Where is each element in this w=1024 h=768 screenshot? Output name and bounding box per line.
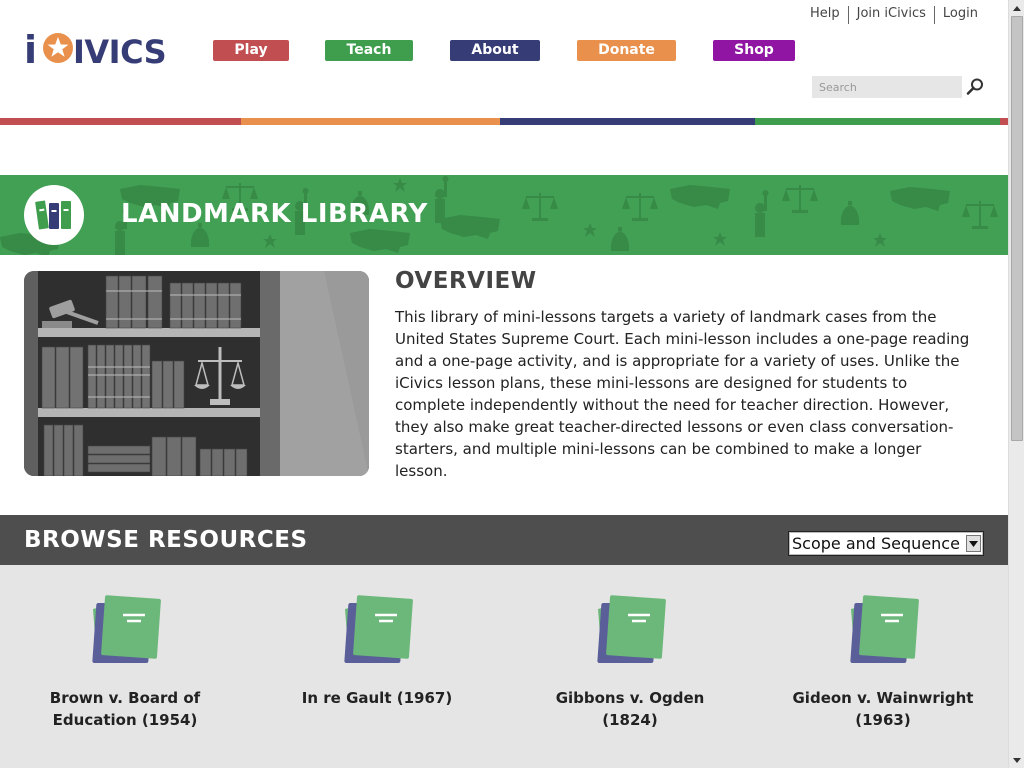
overview-heading: OVERVIEW bbox=[395, 268, 537, 294]
browse-heading: BROWSE RESOURCES bbox=[24, 527, 308, 553]
resource-card-title: Gibbons v. Ogden (1824) bbox=[555, 689, 705, 729]
landmark-library-banner: LANDMARK LIBRARY bbox=[0, 175, 1008, 255]
resource-card[interactable]: In re Gault (1967) bbox=[277, 595, 477, 709]
select-value: Scope and Sequence bbox=[792, 534, 960, 553]
nav-donate-button[interactable]: Donate bbox=[577, 40, 676, 61]
overview-description: This library of mini-lessons targets a v… bbox=[395, 308, 970, 480]
resource-card-title: Brown v. Board of Education (1954) bbox=[49, 689, 201, 729]
resource-card[interactable]: Brown v. Board of Education (1954) bbox=[25, 595, 225, 731]
resource-card-title: In re Gault (1967) bbox=[301, 689, 453, 707]
search-input[interactable] bbox=[812, 76, 962, 98]
join-link[interactable]: Join iCivics bbox=[849, 6, 934, 24]
resource-card[interactable]: Gideon v. Wainwright (1963) bbox=[783, 595, 983, 731]
login-link[interactable]: Login bbox=[935, 6, 978, 24]
help-link[interactable]: Help bbox=[802, 6, 848, 24]
book-icon bbox=[92, 595, 161, 663]
svg-text:IVICS: IVICS bbox=[73, 33, 166, 66]
book-icon bbox=[344, 595, 413, 663]
page-title: LANDMARK LIBRARY bbox=[121, 199, 428, 229]
nav-teach-button[interactable]: Teach bbox=[325, 40, 413, 61]
nav-shop-button[interactable]: Shop bbox=[713, 40, 795, 61]
book-icon bbox=[850, 595, 919, 663]
vertical-scrollbar[interactable] bbox=[1008, 0, 1024, 768]
search-icon[interactable] bbox=[965, 77, 985, 97]
scroll-up-arrow-icon[interactable] bbox=[1009, 0, 1024, 16]
nav-play-button[interactable]: Play bbox=[213, 40, 289, 61]
nav-about-button[interactable]: About bbox=[450, 40, 540, 61]
library-bookshelf-image bbox=[24, 271, 369, 476]
utility-links: Help Join iCivics Login bbox=[802, 6, 978, 24]
resource-card-title: Gideon v. Wainwright (1963) bbox=[792, 689, 974, 729]
books-icon bbox=[24, 185, 84, 245]
resource-card[interactable]: Gibbons v. Ogden (1824) bbox=[530, 595, 730, 731]
book-icon bbox=[597, 595, 666, 663]
icivics-logo[interactable]: i IVICS bbox=[24, 30, 178, 66]
browse-resources-bar: BROWSE RESOURCES Scope and Sequence bbox=[0, 515, 1008, 565]
svg-text:i: i bbox=[24, 30, 36, 66]
brand-color-rule bbox=[0, 118, 1008, 125]
chevron-down-icon[interactable] bbox=[966, 535, 981, 552]
resource-card-grid: Brown v. Board of Education (1954) In re… bbox=[0, 565, 1008, 768]
scrollbar-thumb[interactable] bbox=[1011, 16, 1023, 441]
scroll-down-arrow-icon[interactable] bbox=[1009, 752, 1024, 768]
browse-sort-select[interactable]: Scope and Sequence bbox=[788, 531, 984, 556]
